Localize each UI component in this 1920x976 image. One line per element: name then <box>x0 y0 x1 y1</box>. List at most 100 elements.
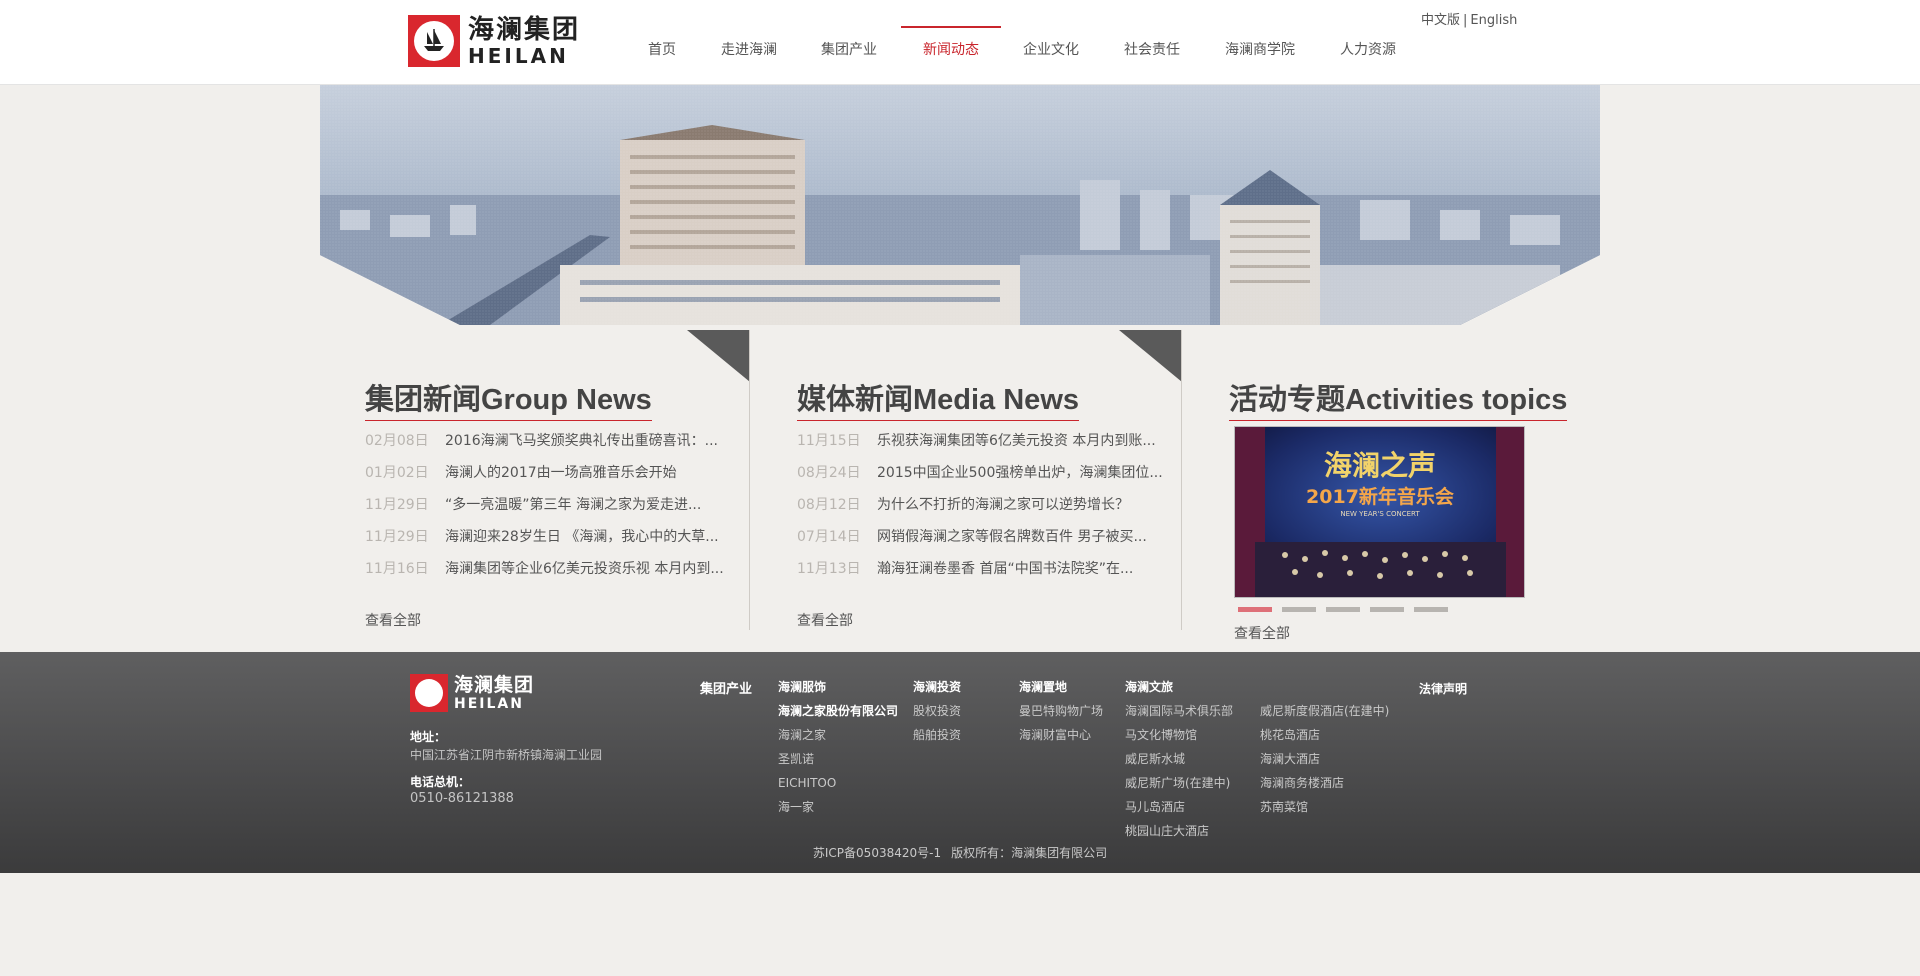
footer-property-heading[interactable]: 海澜置地 <box>1019 678 1067 695</box>
nav-home[interactable]: 首页 <box>640 26 684 70</box>
slider-dot[interactable] <box>1414 607 1448 612</box>
list-item[interactable]: 11月29日 海澜迎来28岁生日 《海澜，我心中的大草... <box>365 527 735 559</box>
copyright-bar: 苏ICP备05038420号-1 版权所有：海澜集团有限公司 <box>0 844 1920 861</box>
footer-apparel-heading[interactable]: 海澜服饰 <box>778 678 826 695</box>
list-item[interactable]: 08月12日 为什么不打折的海澜之家可以逆势增长？ <box>797 495 1167 527</box>
footer-link[interactable]: 马文化博物馆 <box>1125 727 1233 751</box>
activities-title: 活动专题Activities topics <box>1229 376 1568 421</box>
ship-emblem-icon <box>410 674 448 712</box>
footer-link[interactable]: 海澜财富中心 <box>1019 727 1103 751</box>
address-label: 地址： <box>410 730 447 744</box>
footer-link[interactable]: 海澜商务楼酒店 <box>1260 775 1389 799</box>
news-date: 02月08日 <box>365 433 429 449</box>
activities-view-all-link[interactable]: 查看全部 <box>1234 623 1290 643</box>
news-date: 01月02日 <box>365 465 429 481</box>
city-aerial-image <box>320 85 1600 325</box>
news-title[interactable]: “多一亮温暖”第三年 海澜之家为爱走进... <box>445 495 735 527</box>
nav-business-school[interactable]: 海澜商学院 <box>1218 26 1302 70</box>
activity-slide-image[interactable]: 海澜之声 2017新年音乐会 NEW YEAR'S CONCERT <box>1234 426 1525 598</box>
news-title[interactable]: 海澜人的2017由一场高雅音乐会开始 <box>445 463 735 495</box>
news-title[interactable]: 海澜集团等企业6亿美元投资乐视 本月内到... <box>445 559 735 591</box>
footer-tourism-heading[interactable]: 海澜文旅 <box>1125 678 1173 695</box>
nav-culture[interactable]: 企业文化 <box>1017 26 1085 70</box>
footer-link[interactable]: 马儿岛酒店 <box>1125 799 1233 823</box>
slider-dot[interactable] <box>1370 607 1404 612</box>
media-news-title: 媒体新闻Media News <box>797 376 1079 421</box>
news-date: 11月16日 <box>365 561 429 577</box>
footer-tourism-list: 海澜国际马术俱乐部 马文化博物馆 威尼斯水城 威尼斯广场(在建中) 马儿岛酒店 … <box>1125 703 1233 847</box>
footer-property-list: 曼巴特购物广场 海澜财富中心 <box>1019 703 1103 751</box>
copyright-text: 版权所有：海澜集团有限公司 <box>951 846 1108 860</box>
footer-link[interactable]: 威尼斯度假酒店(在建中) <box>1260 703 1389 727</box>
nav-about[interactable]: 走进海澜 <box>715 26 783 70</box>
news-date: 11月29日 <box>365 497 429 513</box>
slider-dot[interactable] <box>1326 607 1360 612</box>
nav-industry[interactable]: 集团产业 <box>815 26 883 70</box>
address-text: 中国江苏省江阴市新桥镇海澜工业园 <box>410 748 603 762</box>
footer-link[interactable]: 海一家 <box>778 799 898 823</box>
nav-hr[interactable]: 人力资源 <box>1334 26 1402 70</box>
slider-dot[interactable] <box>1282 607 1316 612</box>
footer-investment-heading[interactable]: 海澜投资 <box>913 678 961 695</box>
site-header: 海澜集团 HEILAN 中文版 | English 首页 走进海澜 集团产业 新闻动… <box>0 0 1920 85</box>
footer-link[interactable]: 海澜之家股份有限公司 <box>778 703 898 727</box>
news-date: 08月12日 <box>797 497 861 513</box>
media-news-view-all-link[interactable]: 查看全部 <box>797 610 853 630</box>
news-date: 07月14日 <box>797 529 861 545</box>
footer-industry-heading[interactable]: 集团产业 <box>700 678 752 697</box>
concert-photo: 海澜之声 2017新年音乐会 NEW YEAR'S CONCERT <box>1235 427 1524 597</box>
footer-link[interactable]: 海澜之家 <box>778 727 898 751</box>
phone-label: 电话总机： <box>410 775 471 789</box>
news-title[interactable]: 2016海澜飞马奖颁奖典礼传出重磅喜讯：... <box>445 431 735 463</box>
group-news-view-all-link[interactable]: 查看全部 <box>365 610 421 630</box>
footer-link[interactable]: 海澜国际马术俱乐部 <box>1125 703 1233 727</box>
slider-dot[interactable] <box>1238 607 1272 612</box>
footer-investment-list: 股权投资 船舶投资 <box>913 703 961 751</box>
footer-apparel-list: 海澜之家股份有限公司 海澜之家 圣凯诺 EICHITOO 海一家 <box>778 703 898 823</box>
footer-link[interactable]: 海澜大酒店 <box>1260 751 1389 775</box>
news-title[interactable]: 海澜迎来28岁生日 《海澜，我心中的大草... <box>445 527 735 559</box>
news-title[interactable]: 乐视获海澜集团等6亿美元投资 本月内到账... <box>877 431 1167 463</box>
column-divider <box>1181 330 1182 630</box>
media-news-list: 11月15日 乐视获海澜集团等6亿美元投资 本月内到账... 08月24日 2015… <box>797 431 1167 591</box>
footer-link[interactable]: 船舶投资 <box>913 727 961 751</box>
footer-logo-text-en: HEILAN <box>454 695 524 712</box>
news-title[interactable]: 2015中国企业500强榜单出炉，海澜集团位... <box>877 463 1167 495</box>
news-date: 11月29日 <box>365 529 429 545</box>
hero-banner <box>320 85 1600 325</box>
slide-heading: 海澜之声 <box>1324 449 1436 482</box>
slide-caption: NEW YEAR'S CONCERT <box>1340 510 1420 518</box>
list-item[interactable]: 11月13日 瀚海狂澜卷墨香 首届“中国书法院奖”在... <box>797 559 1167 591</box>
list-item[interactable]: 11月16日 海澜集团等企业6亿美元投资乐视 本月内到... <box>365 559 735 591</box>
news-date: 11月15日 <box>797 433 861 449</box>
footer-link[interactable]: 威尼斯水城 <box>1125 751 1233 775</box>
footer-link[interactable]: 苏南菜馆 <box>1260 799 1389 823</box>
legal-notice-link[interactable]: 法律声明 <box>1419 680 1467 697</box>
footer-logo-text-cn: 海澜集团 <box>454 673 535 696</box>
icp-number: 苏ICP备05038420号-1 <box>812 846 942 860</box>
list-item[interactable]: 11月15日 乐视获海澜集团等6亿美元投资 本月内到账... <box>797 431 1167 463</box>
list-item[interactable]: 08月24日 2015中国企业500强榜单出炉，海澜集团位... <box>797 463 1167 495</box>
nav-news[interactable]: 新闻动态 <box>901 26 1001 70</box>
nav-responsibility[interactable]: 社会责任 <box>1118 26 1186 70</box>
news-title[interactable]: 网销假海澜之家等假名牌数百件 男子被买... <box>877 527 1167 559</box>
footer-link[interactable]: 桃花岛酒店 <box>1260 727 1389 751</box>
slider-dots <box>1238 607 1448 612</box>
slide-subheading: 2017新年音乐会 <box>1306 485 1454 508</box>
list-item[interactable]: 01月02日 海澜人的2017由一场高雅音乐会开始 <box>365 463 735 495</box>
news-title[interactable]: 为什么不打折的海澜之家可以逆势增长？ <box>877 495 1167 527</box>
group-news-title: 集团新闻Group News <box>365 376 652 421</box>
footer-hotels-list: 威尼斯度假酒店(在建中) 桃花岛酒店 海澜大酒店 海澜商务楼酒店 苏南菜馆 <box>1260 703 1389 823</box>
footer-link[interactable]: 圣凯诺 <box>778 751 898 775</box>
news-title[interactable]: 瀚海狂澜卷墨香 首届“中国书法院奖”在... <box>877 559 1167 591</box>
list-item[interactable]: 07月14日 网销假海澜之家等假名牌数百件 男子被买... <box>797 527 1167 559</box>
list-item[interactable]: 02月08日 2016海澜飞马奖颁奖典礼传出重磅喜讯：... <box>365 431 735 463</box>
main-nav: 首页 走进海澜 集团产业 新闻动态 企业文化 社会责任 海澜商学院 人力资源 <box>0 26 1920 70</box>
footer-link[interactable]: 股权投资 <box>913 703 961 727</box>
footer-link[interactable]: 曼巴特购物广场 <box>1019 703 1103 727</box>
list-item[interactable]: 11月29日 “多一亮温暖”第三年 海澜之家为爱走进... <box>365 495 735 527</box>
news-date: 11月13日 <box>797 561 861 577</box>
footer-link[interactable]: 威尼斯广场(在建中) <box>1125 775 1233 799</box>
footer-logo[interactable]: 海澜集团 HEILAN <box>410 674 534 712</box>
footer-link[interactable]: EICHITOO <box>778 775 898 799</box>
